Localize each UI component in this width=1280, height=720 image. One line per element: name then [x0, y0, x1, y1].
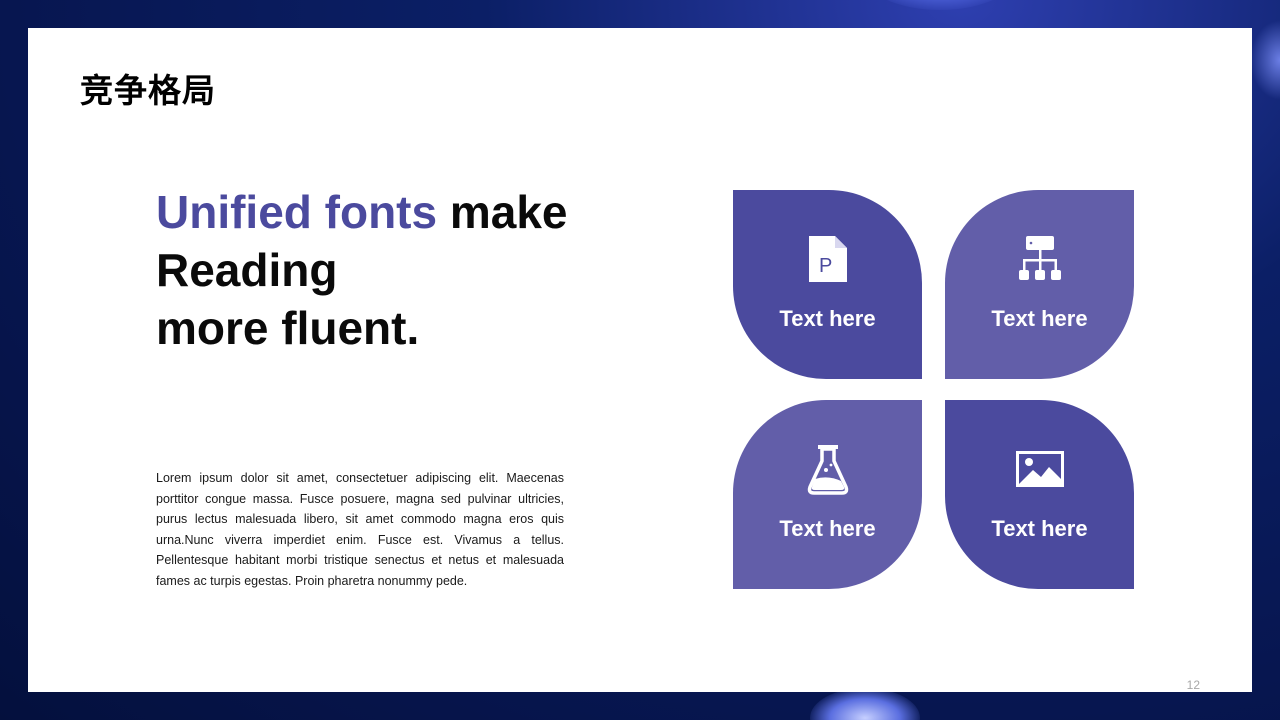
feature-petal: P Text here [733, 190, 922, 379]
headline-line-1: Unified fonts make [156, 183, 676, 241]
flask-icon [806, 444, 850, 495]
headline-line-3: more fluent. [156, 302, 420, 354]
hierarchy-icon [1018, 234, 1062, 284]
petal-label: Text here [991, 306, 1088, 331]
headline-accent: Unified fonts [156, 186, 438, 238]
svg-text:P: P [819, 255, 832, 277]
section-title: 竞争格局 [80, 71, 216, 110]
feature-petal: Text here [945, 400, 1134, 589]
petal-label: Text here [779, 516, 876, 541]
slide-canvas: 竞争格局 Unified fonts make Reading more flu… [28, 28, 1252, 692]
document-p-icon: P [807, 234, 849, 284]
background-glow [860, 0, 1020, 10]
petal-label: Text here [779, 306, 876, 331]
headline-line-2: Reading [156, 244, 338, 296]
feature-petal: Text here [945, 190, 1134, 379]
background-glow [810, 688, 920, 720]
background-glow [1250, 20, 1280, 100]
body-paragraph: Lorem ipsum dolor sit amet, consectetuer… [156, 471, 564, 588]
page-number: 12 [1186, 678, 1200, 692]
feature-petal: Text here [733, 400, 922, 589]
petal-label: Text here [991, 516, 1088, 541]
image-icon [1015, 444, 1065, 494]
headline-line-1-rest: make [437, 186, 568, 238]
headline: Unified fonts make Reading more fluent. [156, 183, 676, 357]
